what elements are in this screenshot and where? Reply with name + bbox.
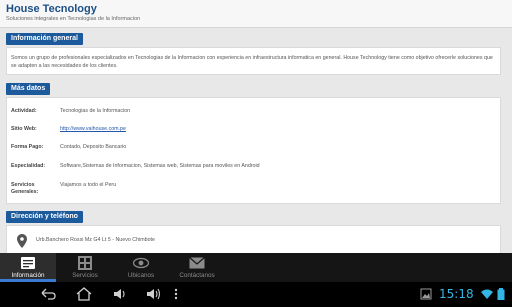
services-value: Viajamos a todo el Peru xyxy=(60,182,117,188)
tab-contactanos-label: Contáctanos xyxy=(179,272,215,279)
contact-section-heading: Dirección y teléfono xyxy=(6,211,83,223)
back-icon[interactable] xyxy=(40,287,56,301)
activity-value: Tecnologias de la Informacion xyxy=(60,108,131,114)
services-label-line1: Servicios xyxy=(11,182,35,188)
tab-servicios[interactable]: Servicios xyxy=(57,253,113,282)
services-label: Servicios Generales: xyxy=(11,182,38,196)
system-nav-bar: 15:18 xyxy=(0,282,512,307)
contact-card: Urb.Banchero Rossi Mz G4 Lt 5 - Nuevo Ch… xyxy=(6,225,501,255)
envelope-icon xyxy=(189,257,205,269)
about-card: Somos un grupo de profesionales especial… xyxy=(6,47,501,75)
overflow-menu-icon[interactable] xyxy=(173,287,179,301)
about-section-heading: Información general xyxy=(6,33,83,45)
map-pin-icon xyxy=(17,234,27,248)
info-card-icon xyxy=(21,257,35,269)
app-title: House Tecnology xyxy=(6,3,97,15)
payment-label: Forma Pago: xyxy=(11,144,44,150)
tab-informacion-label: Información xyxy=(11,272,45,279)
tab-contactanos[interactable]: Contáctanos xyxy=(169,253,225,282)
bottom-tab-bar: Información Servicios Ubicanos Contáctan… xyxy=(0,253,512,282)
website-link[interactable]: http://www.vaihouse.com.pe xyxy=(60,126,126,133)
home-icon[interactable] xyxy=(76,287,92,301)
activity-label: Actividad: xyxy=(11,108,37,114)
volume-down-icon[interactable] xyxy=(112,287,128,301)
tab-servicios-label: Servicios xyxy=(72,272,98,279)
wifi-icon xyxy=(481,289,493,299)
tab-informacion[interactable]: Información xyxy=(0,253,56,282)
battery-icon xyxy=(497,288,505,300)
grid-icon xyxy=(78,256,92,270)
specialty-value: Software,Sistemas de Informacion, Sistem… xyxy=(60,163,260,169)
website-label: Sitio Web: xyxy=(11,126,37,132)
address-text[interactable]: Urb.Banchero Rossi Mz G4 Lt 5 - Nuevo Ch… xyxy=(36,237,155,243)
gallery-notification-icon[interactable] xyxy=(420,287,432,301)
app-subtitle: Soluciones integrales en Tecnologias de … xyxy=(6,16,141,22)
eye-icon xyxy=(133,257,149,269)
tab-ubicanos[interactable]: Ubicanos xyxy=(113,253,169,282)
tab-ubicanos-label: Ubicanos xyxy=(127,272,155,279)
app-header: House Tecnology Soluciones integrales en… xyxy=(0,0,512,28)
payment-value: Contado, Deposito Bancario xyxy=(60,144,127,150)
about-text: Somos un grupo de profesionales especial… xyxy=(11,55,493,69)
details-card: Actividad: Tecnologias de la Informacion… xyxy=(6,97,501,204)
details-section-heading: Más datos xyxy=(6,83,51,95)
specialty-label: Especialidad: xyxy=(11,163,46,169)
status-clock: 15:18 xyxy=(439,287,474,301)
services-label-line2: Generales: xyxy=(11,189,39,195)
volume-up-icon[interactable] xyxy=(146,287,162,301)
